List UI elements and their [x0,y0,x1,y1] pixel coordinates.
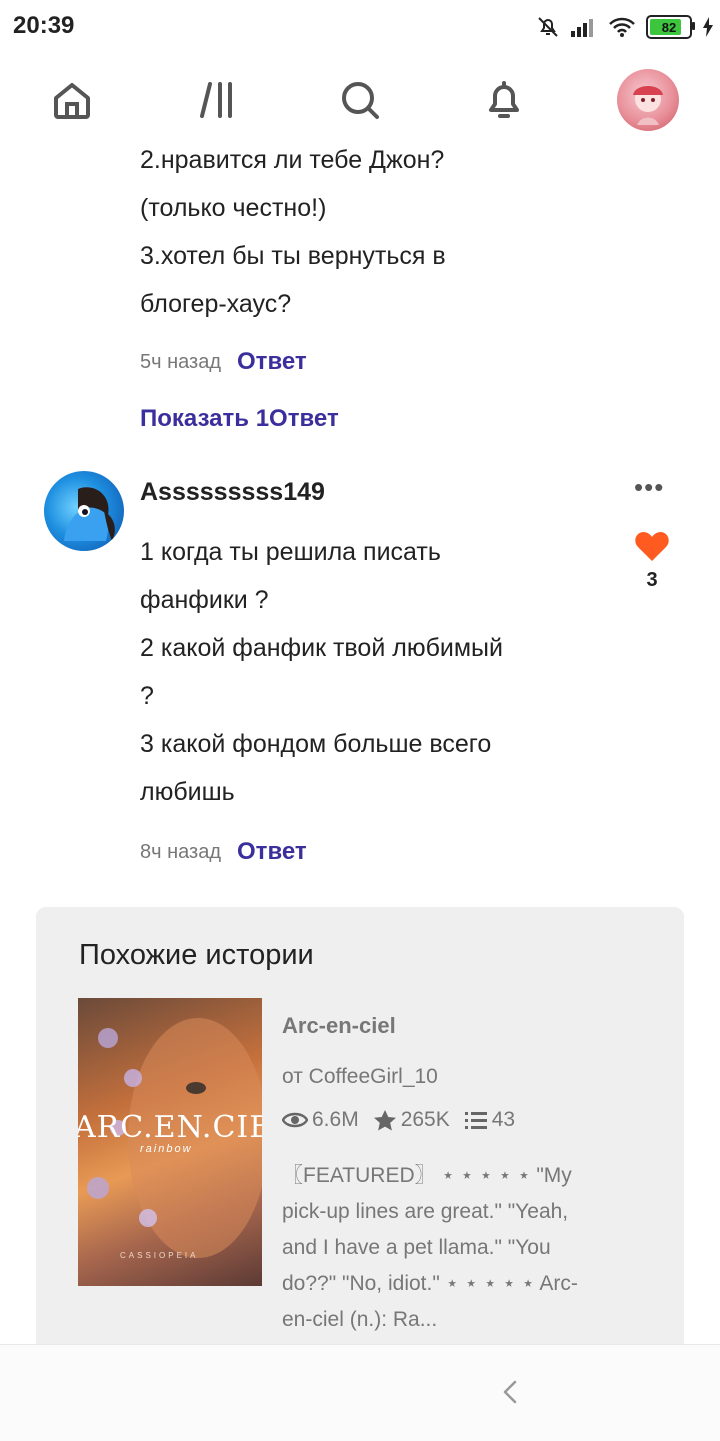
comment-meta: 8ч назад Ответ [140,838,307,866]
book-description: 〖FEATURED〗 ⋆ ⋆ ⋆ ⋆ ⋆ "My pick-up lines a… [282,1164,578,1331]
like-count: 3 [646,569,658,591]
votes-stat: 265K [373,1108,450,1132]
top-nav [0,60,720,140]
cover-author: CASSIOPEIA [120,1251,199,1260]
book-author[interactable]: от CoffeeGirl_10 [282,1065,438,1089]
similar-stories-card: Похожие истории ARC.EN.CIEL rainbow CASS… [36,907,684,1367]
comment-text: 2.нравится ли тебе Джон? (только честно!… [140,136,570,328]
reply-button[interactable]: Ответ [237,838,307,866]
system-nav-bar [0,1344,720,1441]
comment-line: любишь [140,778,235,806]
more-options-icon[interactable]: ••• [634,472,664,503]
signal-icon [571,19,593,37]
parts-stat: 43 [464,1108,515,1132]
list-icon [464,1112,487,1129]
eye-icon [282,1112,308,1128]
comment-line: (только честно!) [140,194,327,222]
search-icon[interactable] [332,72,388,128]
muted-bell-icon [538,17,558,37]
show-replies-button[interactable]: Показать 1Ответ [140,405,339,433]
votes-count: 265K [400,1108,450,1131]
comment-text: 1 когда ты решила писать фанфики ? 2 как… [140,528,570,816]
comment-line: 3.хотел бы ты вернуться в [140,242,446,270]
comment-username[interactable]: Asssssssss149 [140,478,325,507]
book-cover[interactable]: ARC.EN.CIEL rainbow CASSIOPEIA [78,998,262,1286]
battery-icon: 82 [646,15,695,39]
battery-level: 82 [661,19,677,35]
comment-line: фанфики ? [140,586,269,614]
status-icons: 82 [536,12,714,42]
star-icon [373,1110,396,1131]
reads-stat: 6.6M [282,1108,359,1132]
comment-line: ? [140,682,154,710]
charging-icon [703,17,713,37]
comment-line: 2 какой фанфик твой любимый [140,634,503,662]
similar-stories-heading: Похожие истории [79,939,314,971]
like-control[interactable]: 3 [632,530,672,592]
comment-line: 2.нравится ли тебе Джон? [140,146,445,174]
home-icon[interactable] [44,72,100,128]
reply-button[interactable]: Ответ [237,348,307,376]
notifications-bell-icon[interactable] [476,72,532,128]
parts-count: 43 [491,1108,516,1131]
cover-title: ARC.EN.CIEL [78,1110,262,1145]
status-time: 20:39 [13,12,75,39]
profile-avatar[interactable] [617,69,679,131]
comment-timestamp: 8ч назад [140,840,222,863]
library-icon[interactable] [190,72,246,128]
reads-count: 6.6M [312,1108,359,1131]
book-stats: 6.6M 265K 43 [282,1108,523,1132]
user-avatar[interactable] [44,471,124,551]
back-chevron-icon[interactable] [500,1379,520,1405]
cover-subtitle: rainbow [140,1143,193,1155]
comment-line: блогер-хаус? [140,290,292,318]
book-title[interactable]: Arc-en-ciel [282,1013,396,1039]
wifi-icon [609,17,635,37]
comment-timestamp: 5ч назад [140,350,222,373]
comment-line: 1 когда ты решила писать [140,538,441,566]
heart-icon[interactable] [634,530,670,562]
comment-meta: 5ч назад Ответ [140,348,307,376]
status-bar: 20:39 82 [0,0,720,54]
comment-line: 3 какой фондом больше всего [140,730,492,758]
